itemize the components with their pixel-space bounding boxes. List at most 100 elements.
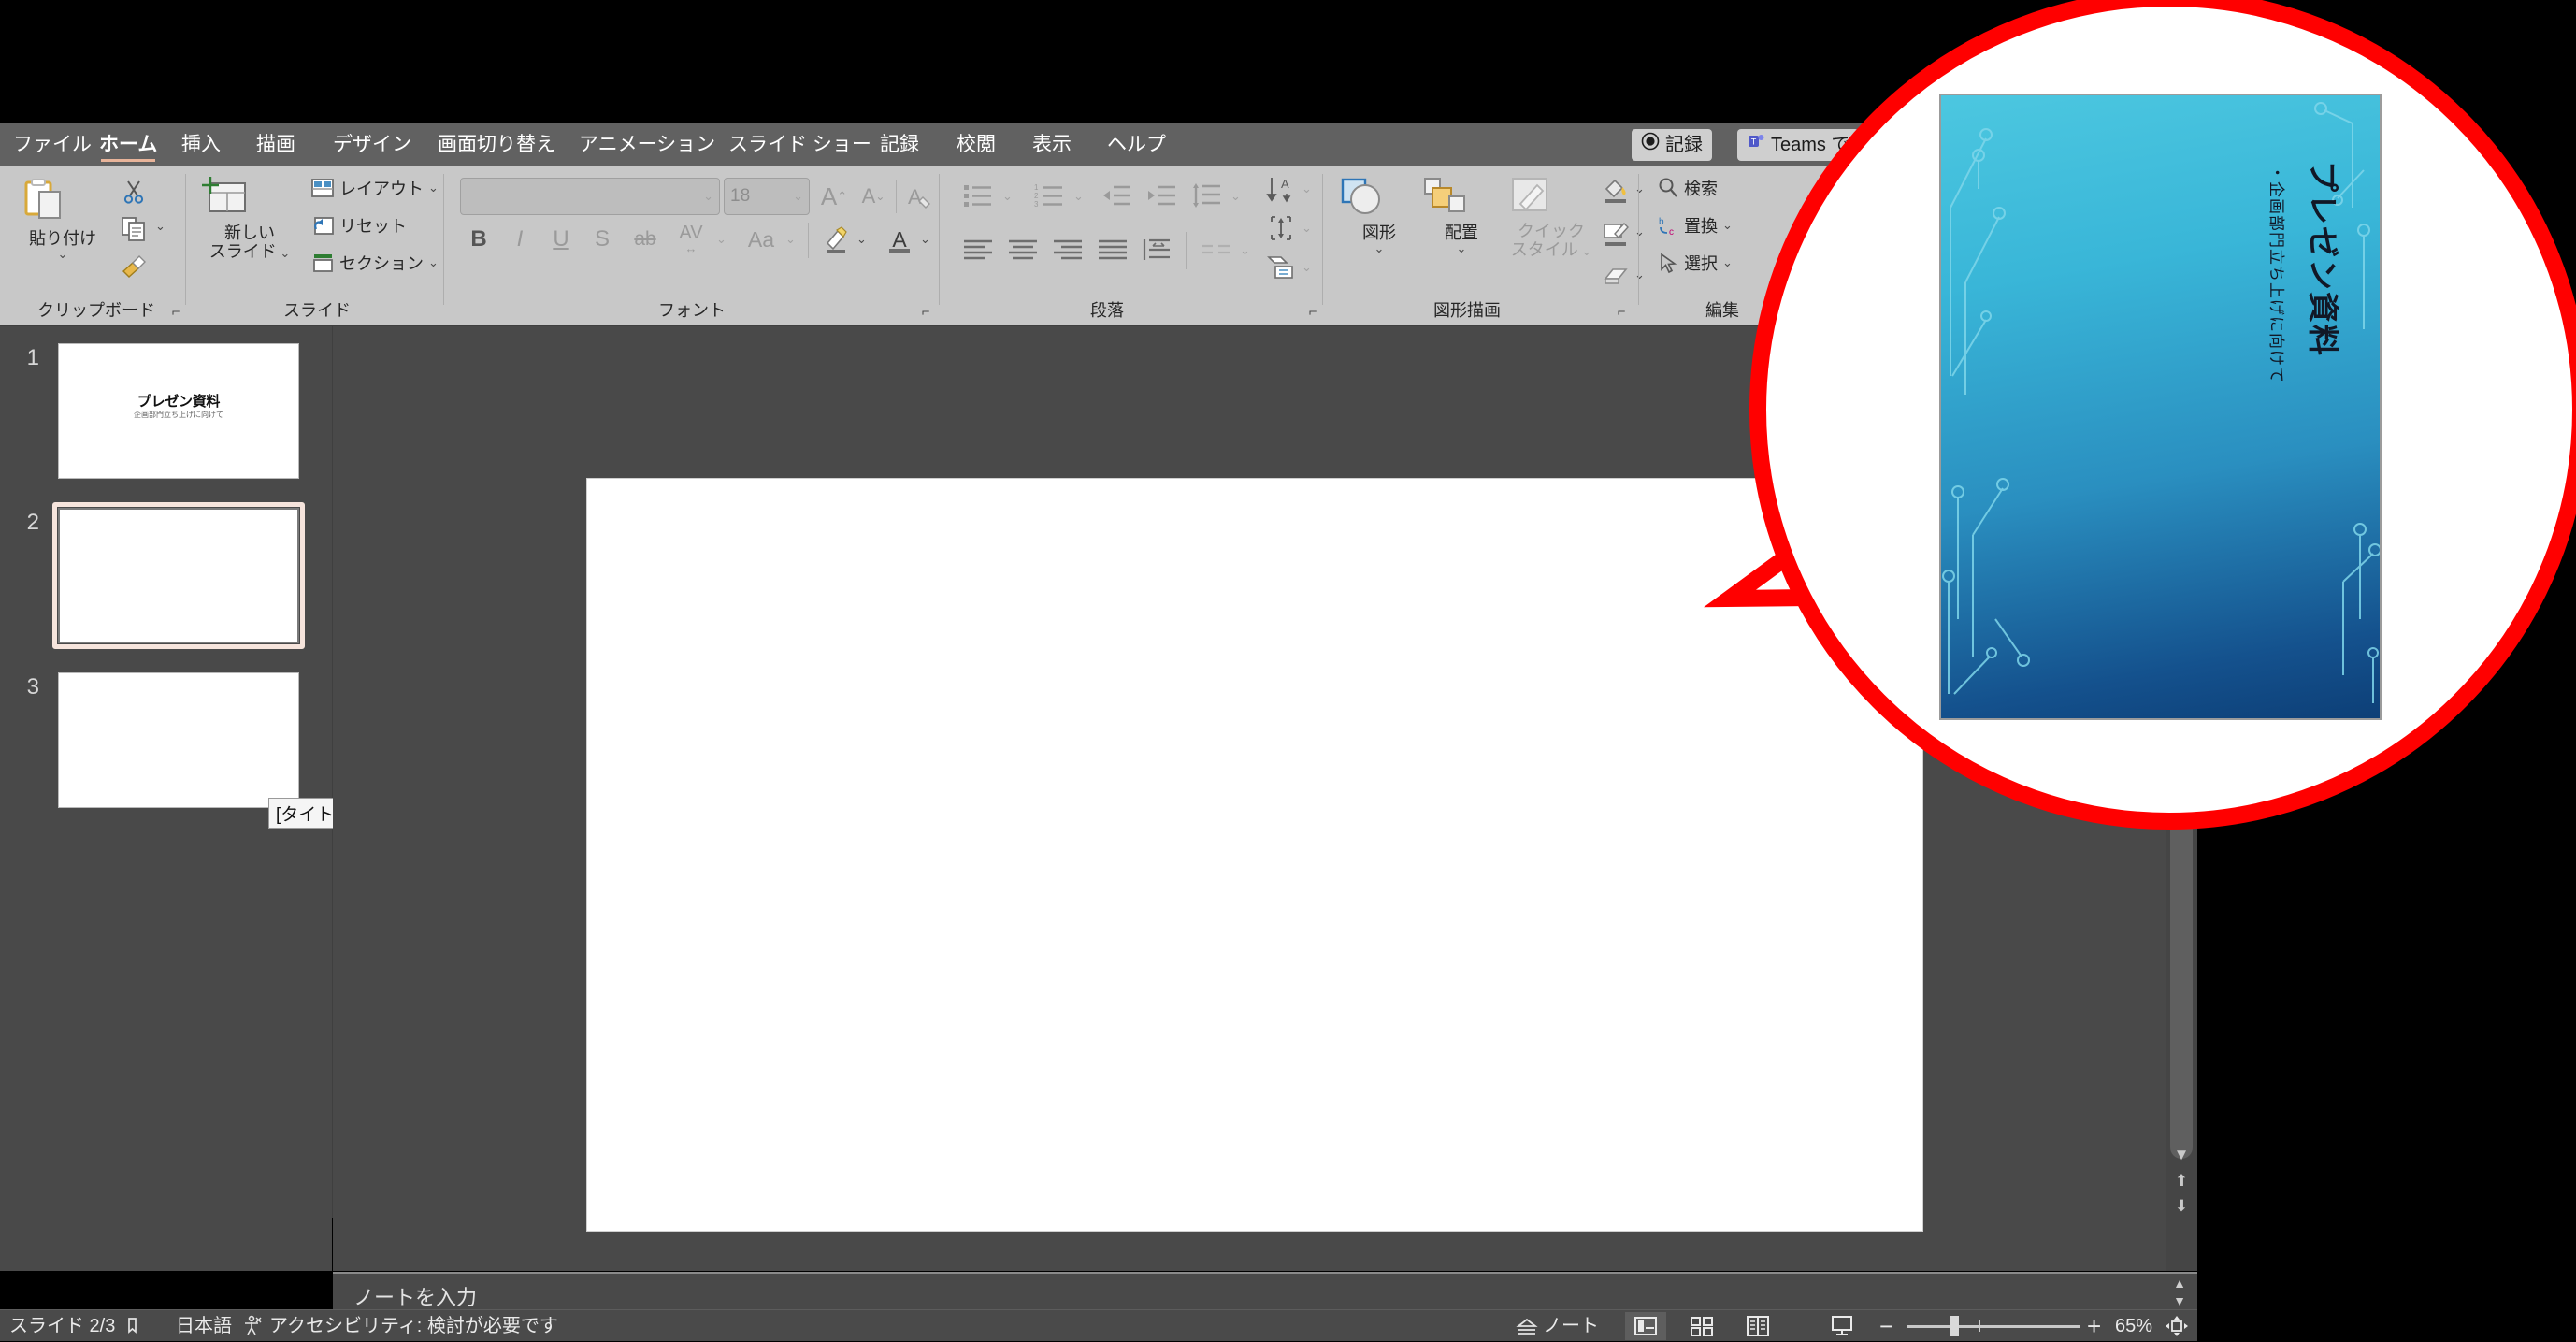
align-left-icon[interactable] [957, 232, 999, 267]
decrease-indent-icon[interactable] [1096, 178, 1137, 213]
columns-icon[interactable] [1195, 232, 1236, 267]
accessibility-status[interactable]: アクセシビリティ: 検討が必要です [269, 1310, 558, 1342]
bullets-chevron-down-icon[interactable]: ⌄ [1002, 189, 1013, 204]
slide-sorter-view-button[interactable] [1681, 1312, 1722, 1340]
section-chevron-down-icon[interactable]: ⌄ [428, 255, 439, 270]
accessibility-icon[interactable] [241, 1310, 264, 1342]
language-indicator[interactable]: 日本語 [176, 1310, 232, 1342]
highlight-chevron-down-icon[interactable]: ⌄ [856, 232, 867, 247]
change-case-chevron-down-icon[interactable]: ⌄ [785, 232, 796, 247]
font-color-chevron-down-icon[interactable]: ⌄ [920, 232, 930, 247]
tab-insert[interactable]: 挿入 [176, 129, 226, 161]
underline-button[interactable]: U [544, 223, 578, 256]
align-text-chevron-down-icon[interactable]: ⌄ [1302, 221, 1312, 236]
slide-2-preview[interactable] [58, 508, 299, 643]
bold-button[interactable]: B [462, 223, 496, 256]
smartart-icon[interactable] [1262, 251, 1300, 284]
columns-chevron-down-icon[interactable]: ⌄ [1240, 243, 1250, 258]
align-text-icon[interactable] [1262, 211, 1300, 245]
format-painter-icon[interactable] [118, 251, 150, 282]
align-center-icon[interactable] [1002, 232, 1043, 267]
numbering-icon[interactable]: 123 [1029, 178, 1070, 213]
shapes-chevron-down-icon[interactable]: ⌄ [1339, 242, 1419, 256]
slide-counter[interactable]: スライド 2/3 [9, 1310, 115, 1342]
slide-3-preview[interactable] [58, 672, 299, 808]
font-dialog-launcher-icon[interactable]: ⌐ [918, 305, 933, 320]
zoom-in-button[interactable]: + [2087, 1310, 2101, 1342]
tab-view[interactable]: 表示 [1027, 129, 1077, 161]
align-right-icon[interactable] [1047, 232, 1088, 267]
clear-formatting-icon[interactable]: A [901, 178, 939, 215]
line-spacing-chevron-down-icon[interactable]: ⌄ [1230, 189, 1241, 204]
next-slide-icon[interactable]: ⬇ [2172, 1196, 2191, 1217]
increase-indent-icon[interactable] [1141, 178, 1182, 213]
tab-review[interactable]: 校閲 [951, 129, 1001, 161]
strikethrough-button[interactable]: ab [626, 223, 664, 256]
paste-button[interactable]: 貼り付け ⌄ [17, 176, 108, 262]
zoom-level-label[interactable]: 65% [2115, 1310, 2152, 1342]
zoom-slider-track[interactable] [1907, 1325, 2080, 1328]
notes-scroll-down-icon[interactable]: ▼ [2169, 1292, 2190, 1309]
section-button[interactable]: セクション ⌄ [310, 249, 439, 277]
change-case-button[interactable]: Aa [741, 223, 782, 256]
new-slide-chevron-down-icon[interactable]: ⌄ [277, 246, 290, 260]
character-spacing-chevron-down-icon[interactable]: ⌄ [716, 232, 727, 247]
arrange-chevron-down-icon[interactable]: ⌄ [1421, 242, 1502, 256]
copy-chevron-down-icon[interactable]: ⌄ [155, 219, 165, 234]
layout-chevron-down-icon[interactable]: ⌄ [428, 180, 439, 195]
previous-slide-icon[interactable]: ⬆ [2172, 1171, 2191, 1191]
tab-transition[interactable]: 画面切り替え [432, 129, 561, 161]
italic-button[interactable]: I [503, 223, 537, 256]
reset-button[interactable]: リセット [310, 211, 407, 239]
paragraph-dialog-launcher-icon[interactable]: ⌐ [1305, 305, 1320, 320]
normal-view-button[interactable] [1625, 1312, 1666, 1340]
tab-home[interactable]: ホーム [94, 129, 163, 162]
tab-design[interactable]: デザイン [327, 129, 417, 161]
bullets-icon[interactable] [957, 178, 999, 213]
decrease-font-size-icon[interactable]: A ⌄ [855, 178, 892, 215]
shapes-button[interactable]: 図形 ⌄ [1339, 176, 1419, 256]
font-size-input[interactable]: 18 ⌄ [724, 178, 810, 215]
tab-file[interactable]: ファイル [7, 129, 97, 161]
tab-draw[interactable]: 描画 [251, 129, 301, 161]
slideshow-view-button[interactable] [1821, 1312, 1863, 1340]
line-spacing-icon[interactable] [1186, 178, 1227, 213]
notes-scroll-controls[interactable]: ▲ ▼ [2166, 1274, 2194, 1311]
scroll-down-icon[interactable]: ▼ [2172, 1145, 2191, 1165]
notes-toggle-button[interactable]: ノート [1515, 1310, 1599, 1342]
tab-slideshow[interactable]: スライド ショー [723, 129, 877, 161]
zoom-out-button[interactable]: − [1879, 1310, 1893, 1342]
arrange-button[interactable]: 配置 ⌄ [1421, 176, 1502, 256]
new-slide-button[interactable]: 新しい スライド ⌄ [198, 176, 301, 261]
zoom-slider-thumb[interactable] [1950, 1316, 1959, 1336]
font-name-input[interactable]: ⌄ [460, 178, 720, 215]
tab-animation[interactable]: アニメーション [573, 129, 721, 161]
text-direction-vertical-icon[interactable]: A [1262, 172, 1300, 206]
clipboard-dialog-launcher-icon[interactable]: ⌐ [168, 305, 183, 320]
font-color-icon[interactable]: A [881, 221, 918, 258]
spell-check-icon[interactable] [126, 1310, 149, 1342]
tab-help[interactable]: ヘルプ [1101, 129, 1172, 161]
notes-scroll-up-icon[interactable]: ▲ [2169, 1275, 2190, 1291]
text-highlight-color-icon[interactable] [817, 221, 855, 258]
notes-pane[interactable]: ノートを入力 ▲ ▼ [333, 1272, 2197, 1309]
slide-thumbnail-pane[interactable]: 1 プレゼン資料 企画部門立ち上げに向けて 2 3 [タイトルなし] [0, 326, 400, 1271]
layout-button[interactable]: レイアウト ⌄ [310, 174, 439, 202]
cut-icon[interactable] [118, 176, 150, 208]
increase-font-size-icon[interactable]: A ⌃ [815, 178, 853, 215]
text-direction-icon[interactable] [1137, 232, 1178, 267]
fit-to-window-button[interactable] [2162, 1312, 2192, 1340]
font-size-chevron-down-icon[interactable]: ⌄ [793, 189, 803, 204]
tab-record[interactable]: 記録 [874, 129, 925, 161]
text-direction-chevron-down-icon[interactable]: ⌄ [1302, 181, 1312, 196]
font-name-chevron-down-icon[interactable]: ⌄ [703, 189, 713, 204]
copy-icon[interactable] [118, 213, 150, 245]
paste-chevron-down-icon[interactable]: ⌄ [17, 248, 108, 262]
slide-1-preview[interactable]: プレゼン資料 企画部門立ち上げに向けて [58, 343, 299, 479]
smartart-chevron-down-icon[interactable]: ⌄ [1302, 260, 1312, 275]
text-shadow-button[interactable]: S [585, 223, 619, 256]
character-spacing-button[interactable]: AV ↔ [669, 221, 712, 256]
justify-icon[interactable] [1092, 232, 1133, 267]
numbering-chevron-down-icon[interactable]: ⌄ [1073, 189, 1084, 204]
reading-view-button[interactable] [1737, 1312, 1778, 1340]
